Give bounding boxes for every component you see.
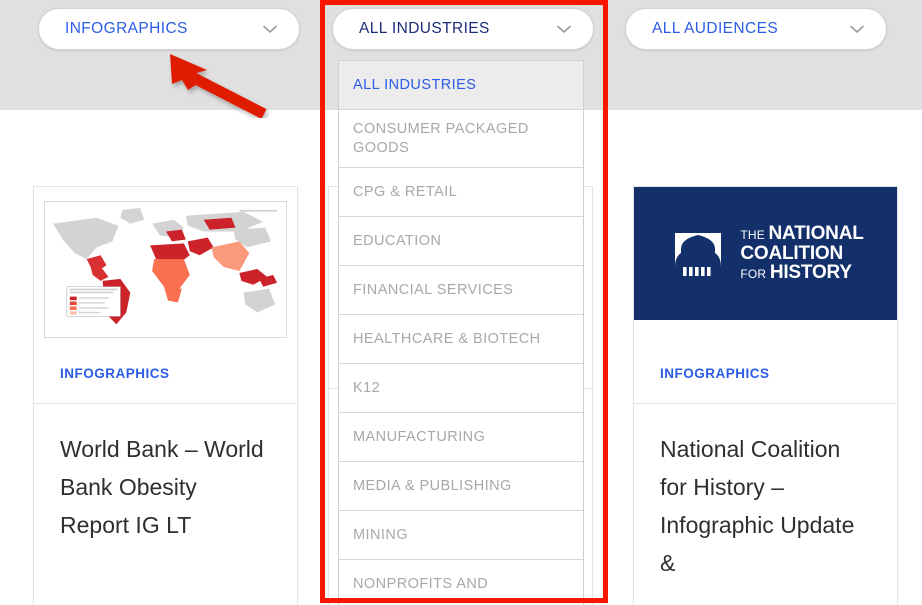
dropdown-option-label: ALL INDUSTRIES xyxy=(353,76,477,93)
dropdown-option-label: HEALTHCARE & BIOTECH xyxy=(353,330,541,347)
dropdown-option-label: MANUFACTURING xyxy=(353,428,486,445)
chevron-down-icon xyxy=(261,20,279,38)
nch-line3-light: FOR xyxy=(740,267,770,282)
page-root: INFOGRAPHICS ALL INDUSTRIES ALL AUDIENCE… xyxy=(0,0,922,605)
dropdown-option-label: MINING xyxy=(353,526,409,543)
card-title: National Coalition for History – Infogra… xyxy=(660,436,855,576)
card-title: World Bank – World Bank Obesity Report I… xyxy=(60,436,264,538)
content-card[interactable]: INFOGRAPHICS World Bank – World Bank Obe… xyxy=(33,186,298,605)
filter-dropdown-industries-label: ALL INDUSTRIES xyxy=(359,20,490,37)
card-thumbnail-nch-logo: THE NATIONAL COALITION FOR HISTORY xyxy=(634,187,897,352)
dropdown-option[interactable]: MANUFACTURING xyxy=(339,413,583,462)
dropdown-option[interactable]: ALL INDUSTRIES xyxy=(339,61,583,110)
nch-wordmark: THE NATIONAL COALITION FOR HISTORY xyxy=(740,224,863,282)
card-thumbnail-world-map xyxy=(34,187,297,352)
filter-dropdown-audiences[interactable]: ALL AUDIENCES xyxy=(625,8,887,50)
capitol-dome-icon xyxy=(667,222,730,285)
filter-dropdown-industries[interactable]: ALL INDUSTRIES xyxy=(332,8,594,50)
dropdown-option[interactable]: NONPROFITS AND xyxy=(339,560,583,605)
nch-line1-light: THE xyxy=(740,228,769,243)
dropdown-option-label: EDUCATION xyxy=(353,232,442,249)
card-category-label: INFOGRAPHICS xyxy=(60,366,170,381)
dropdown-option-label: K12 xyxy=(353,379,381,396)
world-map-choropleth-icon xyxy=(44,201,287,338)
dropdown-option[interactable]: EDUCATION xyxy=(339,217,583,266)
dropdown-option-label: FINANCIAL SERVICES xyxy=(353,281,514,298)
dropdown-option-label: NONPROFITS AND xyxy=(353,575,489,592)
dropdown-option-label: CPG & RETAIL xyxy=(353,183,458,200)
chevron-down-icon xyxy=(848,20,866,38)
nch-line3-bold: HISTORY xyxy=(769,262,852,284)
dropdown-option[interactable]: CONSUMER PACKAGED GOODS xyxy=(339,110,583,168)
content-card[interactable]: THE NATIONAL COALITION FOR HISTORY INFOG… xyxy=(633,186,898,605)
dropdown-option[interactable]: CPG & RETAIL xyxy=(339,168,583,217)
dropdown-option[interactable]: MEDIA & PUBLISHING xyxy=(339,462,583,511)
dropdown-option-label: CONSUMER PACKAGED GOODS xyxy=(353,120,529,156)
dropdown-option-label: MEDIA & PUBLISHING xyxy=(353,477,512,494)
card-category-label: INFOGRAPHICS xyxy=(660,366,770,381)
dropdown-option[interactable]: K12 xyxy=(339,364,583,413)
filter-dropdown-audiences-label: ALL AUDIENCES xyxy=(652,20,779,37)
filter-dropdown-infographics[interactable]: INFOGRAPHICS xyxy=(38,8,300,50)
filter-dropdown-infographics-label: INFOGRAPHICS xyxy=(65,20,188,37)
national-coalition-for-history-logo-icon: THE NATIONAL COALITION FOR HISTORY xyxy=(634,187,897,320)
nch-line2: COALITION xyxy=(740,242,844,264)
dropdown-option[interactable]: HEALTHCARE & BIOTECH xyxy=(339,315,583,364)
industries-dropdown-menu[interactable]: ALL INDUSTRIES CONSUMER PACKAGED GOODS CPG… xyxy=(338,60,584,605)
nch-line1-bold: NATIONAL xyxy=(768,223,864,245)
dropdown-option[interactable]: FINANCIAL SERVICES xyxy=(339,266,583,315)
dropdown-option[interactable]: MINING xyxy=(339,511,583,560)
chevron-down-icon xyxy=(555,20,573,38)
